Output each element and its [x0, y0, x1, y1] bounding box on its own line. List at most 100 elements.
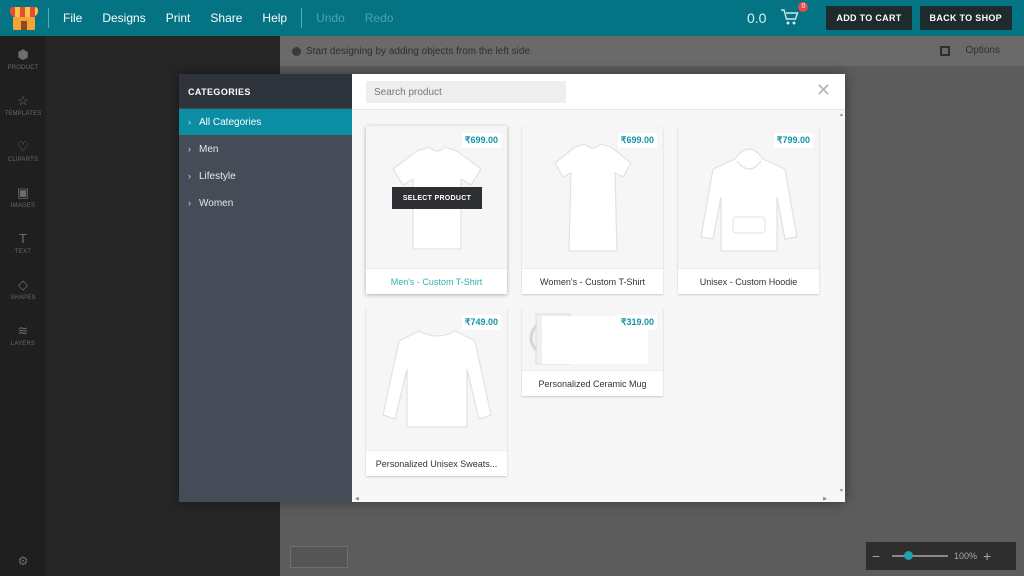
- workspace-hint: Start designing by adding objects from t…: [306, 45, 531, 57]
- rail-product[interactable]: ⬢ PRODUCT: [0, 36, 46, 82]
- sweatshirt-image: [381, 330, 492, 428]
- settings-gear-icon[interactable]: ⚙: [0, 554, 46, 568]
- rail-layers[interactable]: ≋ LAYERS: [0, 312, 46, 358]
- zoom-slider-knob[interactable]: [904, 551, 913, 560]
- chevron-right-icon: ›: [188, 171, 191, 181]
- rail-label: SHAPES: [10, 294, 36, 301]
- product-image: ₹699.00 SELECT PRODUCT: [366, 126, 507, 268]
- category-label: Lifestyle: [199, 170, 236, 182]
- rail-cliparts[interactable]: ♡ CLIPARTS: [0, 128, 46, 174]
- search-input[interactable]: [366, 81, 566, 103]
- toolbar-divider: [48, 8, 49, 28]
- zoom-slider[interactable]: [892, 551, 948, 560]
- zoom-control: − 100% +: [866, 542, 1016, 570]
- hoodie-image: [699, 148, 798, 252]
- box-icon: ⬢: [17, 46, 29, 62]
- zoom-in-button[interactable]: +: [977, 548, 997, 564]
- back-to-shop-button[interactable]: BACK TO SHOP: [919, 6, 1012, 30]
- category-men[interactable]: › Men: [179, 136, 352, 162]
- options-label: Options: [965, 45, 1000, 56]
- rail-label: PRODUCT: [7, 64, 39, 71]
- toolbar-divider: [301, 8, 303, 28]
- categories-title: CATEGORIES: [179, 74, 352, 108]
- product-card-mug[interactable]: ₹319.00 Personalized Ceramic Mug: [522, 308, 663, 396]
- rail-label: IMAGES: [10, 202, 36, 209]
- scroll-left-arrow-icon[interactable]: ◀: [355, 496, 359, 502]
- product-picker-modal: CATEGORIES › All Categories › Men › Life…: [179, 74, 845, 502]
- product-price: ₹699.00: [617, 133, 657, 148]
- product-card-womens-tshirt[interactable]: ₹699.00 Women's - Custom T-Shirt: [522, 126, 663, 294]
- top-toolbar: File Designs Print Share Help Undo Redo …: [0, 0, 1024, 36]
- diamond-icon: ◇: [18, 276, 28, 292]
- cart-total: 0.0: [746, 10, 767, 26]
- chevron-right-icon: ›: [188, 117, 191, 127]
- qr-grid-icon: [939, 45, 950, 56]
- category-label: Women: [199, 197, 234, 209]
- chevron-right-icon: ›: [188, 144, 191, 154]
- product-price: ₹319.00: [617, 315, 657, 330]
- heart-icon: ♡: [17, 138, 29, 154]
- layers-icon: ≋: [17, 322, 29, 338]
- menu-designs[interactable]: Designs: [102, 11, 145, 25]
- product-name: Men's - Custom T-Shirt: [366, 268, 507, 294]
- product-image: ₹749.00: [366, 308, 507, 450]
- mini-preview[interactable]: [290, 546, 348, 568]
- cart-icon[interactable]: 0: [780, 2, 809, 28]
- tshirt-image: [553, 143, 632, 252]
- cart-count-badge: 0: [798, 2, 809, 12]
- info-icon: [292, 46, 301, 56]
- rail-label: TEMPLATES: [4, 110, 42, 117]
- vertical-scrollbar[interactable]: ▲ ▼: [837, 110, 845, 494]
- product-price: ₹699.00: [461, 133, 501, 148]
- scroll-up-arrow-icon[interactable]: ▲: [839, 112, 844, 118]
- menu-help[interactable]: Help: [262, 11, 287, 25]
- product-card-sweatshirt[interactable]: ₹749.00 Personalized Unisex Sweats...: [366, 308, 507, 476]
- scroll-down-arrow-icon[interactable]: ▼: [839, 488, 844, 494]
- product-image: ₹699.00: [522, 126, 663, 268]
- rail-shapes[interactable]: ◇ SHAPES: [0, 266, 46, 312]
- product-price: ₹749.00: [461, 315, 501, 330]
- chevron-right-icon: ›: [188, 198, 191, 208]
- options-button[interactable]: Options: [939, 45, 1000, 56]
- product-name: Personalized Unisex Sweats...: [366, 450, 507, 476]
- category-label: All Categories: [199, 116, 262, 128]
- product-name: Women's - Custom T-Shirt: [522, 268, 663, 294]
- rail-text[interactable]: T TEXT: [0, 220, 46, 266]
- product-card-mens-tshirt[interactable]: ₹699.00 SELECT PRODUCT Men's - Custom T-…: [366, 126, 507, 294]
- rail-images[interactable]: ▣ IMAGES: [0, 174, 46, 220]
- menu-print[interactable]: Print: [166, 11, 191, 25]
- product-price: ₹799.00: [773, 133, 813, 148]
- product-name: Personalized Ceramic Mug: [522, 370, 663, 396]
- undo-button[interactable]: Undo: [316, 11, 345, 25]
- product-grid: ₹699.00 SELECT PRODUCT Men's - Custom T-…: [366, 126, 836, 486]
- category-all[interactable]: › All Categories: [179, 109, 352, 135]
- category-lifestyle[interactable]: › Lifestyle: [179, 163, 352, 189]
- zoom-out-button[interactable]: −: [866, 548, 886, 564]
- rail-label: TEXT: [14, 248, 32, 255]
- redo-button[interactable]: Redo: [365, 11, 394, 25]
- zoom-level: 100%: [954, 551, 978, 561]
- rail-label: CLIPARTS: [7, 156, 39, 163]
- category-women[interactable]: › Women: [179, 190, 352, 216]
- scroll-right-arrow-icon[interactable]: ▶: [823, 496, 827, 502]
- store-logo-icon[interactable]: [8, 4, 42, 32]
- left-tool-rail: ⬢ PRODUCT ☆ TEMPLATES ♡ CLIPARTS ▣ IMAGE…: [0, 36, 46, 576]
- products-panel: ✕ ₹699.00 SELECT PRODUCT Men's - Custom …: [352, 74, 845, 502]
- rail-templates[interactable]: ☆ TEMPLATES: [0, 82, 46, 128]
- select-product-button[interactable]: SELECT PRODUCT: [392, 187, 482, 209]
- product-image: ₹799.00: [678, 126, 819, 268]
- text-icon: T: [19, 230, 27, 246]
- product-name: Unisex - Custom Hoodie: [678, 268, 819, 294]
- product-image: ₹319.00: [522, 308, 663, 370]
- menu-share[interactable]: Share: [210, 11, 242, 25]
- rail-label: LAYERS: [10, 340, 36, 347]
- star-icon: ☆: [17, 92, 29, 108]
- close-icon[interactable]: ✕: [816, 81, 831, 99]
- categories-panel: CATEGORIES › All Categories › Men › Life…: [179, 74, 352, 502]
- horizontal-scrollbar[interactable]: ◀ ▶: [352, 494, 837, 502]
- products-header: ✕: [352, 74, 845, 110]
- add-to-cart-button[interactable]: ADD TO CART: [826, 6, 912, 30]
- menu-file[interactable]: File: [63, 11, 82, 25]
- product-card-hoodie[interactable]: ₹799.00 Unisex - Custom Hoodie: [678, 126, 819, 294]
- category-label: Men: [199, 143, 219, 155]
